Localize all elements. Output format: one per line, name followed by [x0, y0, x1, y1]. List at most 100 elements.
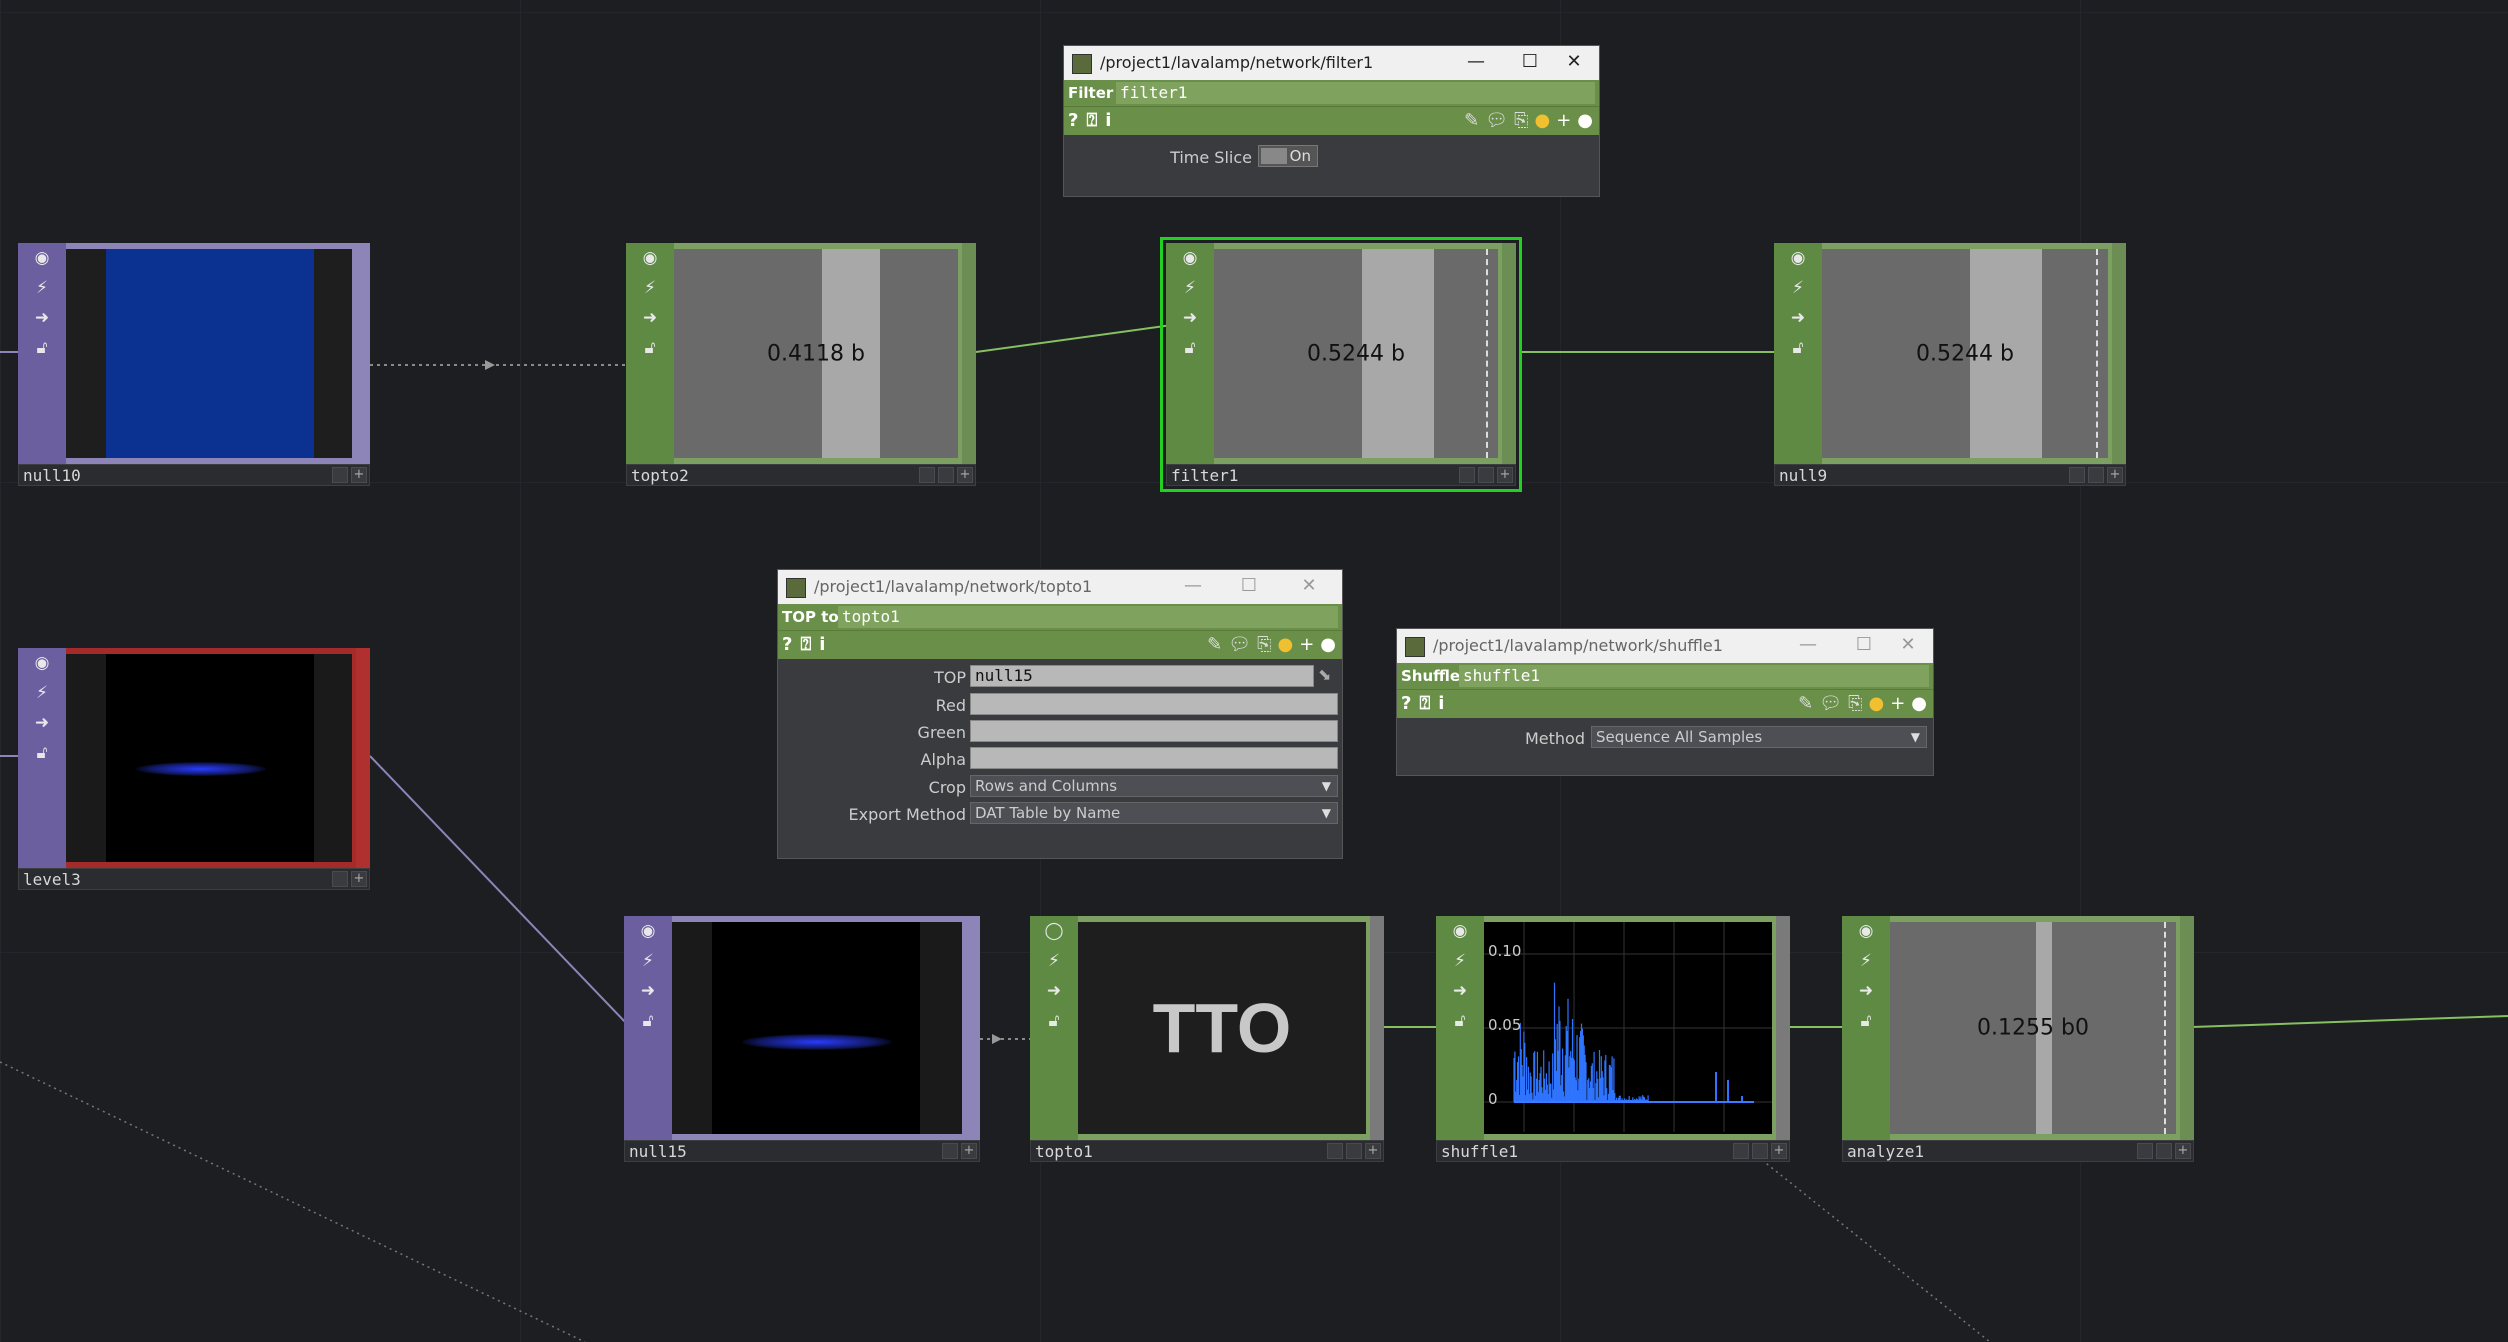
python-icon[interactable]: ●: [1534, 110, 1550, 131]
viewer-flag-icon[interactable]: ◉: [626, 243, 674, 273]
node-name[interactable]: null10: [23, 466, 81, 485]
comment-icon[interactable]: 💬︎: [1228, 634, 1251, 655]
topto1-parameter-dialog[interactable]: /project1/lavalamp/network/topto1 — ☐ ✕ …: [777, 569, 1343, 859]
node-analyze1[interactable]: ◉ ⚡ ➜ 🔓︎ 0.1255 b0 analyze1 +: [1842, 916, 2194, 1162]
plus-icon[interactable]: +: [1890, 693, 1905, 714]
lock-flag-icon[interactable]: 🔓︎: [1166, 333, 1214, 363]
node-bypass-toggle[interactable]: [1327, 1143, 1343, 1159]
node-add-button[interactable]: +: [961, 1143, 977, 1159]
top-param-field[interactable]: null15: [970, 665, 1314, 687]
info-icon[interactable]: i: [1105, 110, 1111, 131]
node-add-button[interactable]: +: [1497, 467, 1513, 483]
node-add-button[interactable]: +: [351, 467, 367, 483]
cook-flag-icon[interactable]: ⚡: [1166, 273, 1214, 303]
minimize-button[interactable]: —: [1459, 49, 1493, 75]
edit-icon[interactable]: ✎: [1798, 693, 1813, 714]
help-icon[interactable]: ?: [1068, 110, 1078, 131]
dot-icon[interactable]: ●: [1577, 110, 1593, 131]
output-connector[interactable]: [1370, 916, 1384, 1140]
node-view-toggle[interactable]: [332, 871, 348, 887]
display-flag-icon[interactable]: ➜: [1774, 303, 1822, 333]
python-icon[interactable]: ●: [1868, 693, 1884, 714]
shuffle1-parameter-dialog[interactable]: /project1/lavalamp/network/shuffle1 — ☐ …: [1396, 628, 1934, 776]
maximize-button[interactable]: ☐: [1513, 49, 1547, 75]
display-flag-icon[interactable]: ➜: [624, 976, 672, 1006]
display-flag-icon[interactable]: ➜: [18, 708, 66, 738]
node-level3[interactable]: ◉ ⚡ ➜ 🔓︎ level3 +: [18, 648, 370, 890]
alpha-param-field[interactable]: [970, 747, 1338, 769]
display-flag-icon[interactable]: ➜: [18, 303, 66, 333]
method-menu[interactable]: Sequence All Samples ▼: [1591, 726, 1927, 748]
display-flag-icon[interactable]: ➜: [1030, 976, 1078, 1006]
viewer-flag-icon[interactable]: ◉: [1166, 243, 1214, 273]
dialog-titlebar[interactable]: /project1/lavalamp/network/shuffle1 — ☐ …: [1397, 629, 1933, 663]
output-connector[interactable]: [966, 916, 980, 1140]
plus-icon[interactable]: +: [1299, 634, 1314, 655]
cook-flag-icon[interactable]: ⚡: [18, 273, 66, 303]
node-add-button[interactable]: +: [351, 871, 367, 887]
lock-flag-icon[interactable]: 🔓︎: [18, 333, 66, 363]
node-name[interactable]: topto2: [631, 466, 689, 485]
cook-flag-icon[interactable]: ⚡: [18, 678, 66, 708]
node-name[interactable]: topto1: [1035, 1142, 1093, 1161]
copy-icon[interactable]: ⎘: [1514, 110, 1528, 131]
lock-flag-icon[interactable]: 🔓︎: [1030, 1006, 1078, 1036]
help-icon[interactable]: ?: [782, 634, 792, 655]
lock-flag-icon[interactable]: 🔓︎: [18, 738, 66, 768]
maximize-button[interactable]: ☐: [1232, 573, 1266, 599]
help-icon[interactable]: ?: [1401, 693, 1411, 714]
lock-flag-icon[interactable]: 🔓︎: [1774, 333, 1822, 363]
output-connector[interactable]: [1502, 243, 1516, 464]
op-picker-icon[interactable]: ⬊: [1318, 665, 1338, 687]
node-view-toggle[interactable]: [938, 467, 954, 483]
dialog-titlebar[interactable]: /project1/lavalamp/network/topto1 — ☐ ✕: [778, 570, 1342, 604]
node-add-button[interactable]: +: [2175, 1143, 2191, 1159]
node-add-button[interactable]: +: [957, 467, 973, 483]
red-param-field[interactable]: [970, 693, 1338, 715]
time-slice-toggle[interactable]: On: [1258, 145, 1318, 167]
node-name[interactable]: shuffle1: [1441, 1142, 1518, 1161]
copy-icon[interactable]: ⎘: [1257, 634, 1271, 655]
operator-name-field[interactable]: filter1: [1116, 82, 1595, 104]
node-bypass-toggle[interactable]: [1459, 467, 1475, 483]
dialog-titlebar[interactable]: /project1/lavalamp/network/filter1 — ☐ ✕: [1064, 46, 1599, 80]
crop-menu[interactable]: Rows and Columns ▼: [970, 775, 1338, 797]
python-help-icon[interactable]: ⍰: [800, 634, 811, 655]
viewer-flag-icon[interactable]: ◉: [18, 648, 66, 678]
node-add-button[interactable]: +: [1771, 1143, 1787, 1159]
node-bypass-toggle[interactable]: [919, 467, 935, 483]
node-shuffle1[interactable]: ◉ ⚡ ➜ 🔓︎ 0.10 0.05 0 shuffle1 +: [1436, 916, 1790, 1162]
maximize-button[interactable]: ☐: [1847, 632, 1881, 658]
minimize-button[interactable]: —: [1176, 573, 1210, 599]
viewer-flag-icon[interactable]: ◉: [624, 916, 672, 946]
node-view-toggle[interactable]: [1752, 1143, 1768, 1159]
node-view-toggle[interactable]: [2088, 467, 2104, 483]
green-param-field[interactable]: [970, 720, 1338, 742]
lock-flag-icon[interactable]: 🔓︎: [624, 1006, 672, 1036]
node-name[interactable]: null15: [629, 1142, 687, 1161]
dot-icon[interactable]: ●: [1320, 634, 1336, 655]
display-flag-icon[interactable]: ➜: [1436, 976, 1484, 1006]
comment-icon[interactable]: 💬︎: [1485, 110, 1508, 131]
operator-name-field[interactable]: shuffle1: [1459, 665, 1929, 687]
cook-flag-icon[interactable]: ⚡: [1842, 946, 1890, 976]
close-button[interactable]: ✕: [1891, 632, 1925, 658]
export-method-menu[interactable]: DAT Table by Name ▼: [970, 802, 1338, 824]
minimize-button[interactable]: —: [1791, 632, 1825, 658]
output-connector[interactable]: [356, 648, 370, 868]
node-name[interactable]: filter1: [1171, 466, 1238, 485]
output-connector[interactable]: [2180, 916, 2194, 1140]
node-topto1[interactable]: ◯ ⚡ ➜ 🔓︎ TTO topto1 +: [1030, 916, 1384, 1162]
close-button[interactable]: ✕: [1292, 573, 1326, 599]
edit-icon[interactable]: ✎: [1464, 110, 1479, 131]
output-connector[interactable]: [356, 243, 370, 464]
filter1-parameter-dialog[interactable]: /project1/lavalamp/network/filter1 — ☐ ✕…: [1063, 45, 1600, 197]
output-connector[interactable]: [2112, 243, 2126, 464]
viewer-flag-icon[interactable]: ◉: [1842, 916, 1890, 946]
display-flag-icon[interactable]: ➜: [1166, 303, 1214, 333]
node-name[interactable]: level3: [23, 870, 81, 889]
cook-flag-icon[interactable]: ⚡: [624, 946, 672, 976]
operator-name-field[interactable]: topto1: [838, 606, 1338, 628]
node-null9[interactable]: ◉ ⚡ ➜ 🔓︎ 0.5244 b null9 +: [1774, 243, 2126, 486]
comment-icon[interactable]: 💬︎: [1819, 693, 1842, 714]
